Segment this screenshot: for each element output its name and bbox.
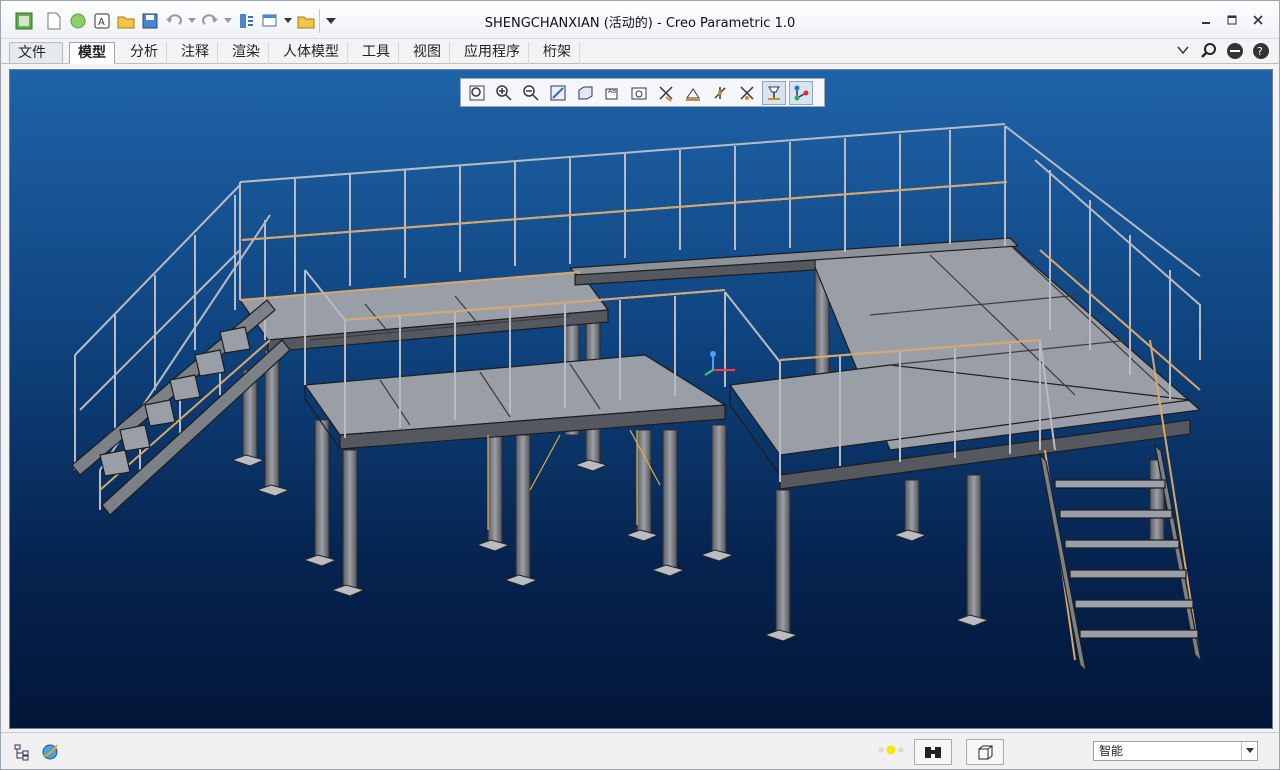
- datum-display-icon[interactable]: [654, 81, 678, 105]
- search-icon[interactable]: [1199, 41, 1219, 61]
- chevron-down-icon[interactable]: [1241, 742, 1257, 760]
- tab-manikin[interactable]: 人体模型: [275, 42, 348, 64]
- zoom-out-icon[interactable]: [519, 81, 543, 105]
- tab-truss[interactable]: 桁架: [535, 42, 580, 64]
- tab-annotate[interactable]: 注释: [173, 42, 218, 64]
- svg-text:AB: AB: [608, 88, 616, 95]
- cross-braces: [487, 429, 661, 530]
- datum-points-icon[interactable]: [735, 81, 759, 105]
- settings-icon[interactable]: ?: [1251, 41, 1271, 61]
- tab-view[interactable]: 视图: [405, 42, 450, 64]
- plane-display-icon[interactable]: [762, 80, 786, 105]
- app-window: A SHENGCHANXIAN (活动的) - Creo Parametric …: [0, 0, 1280, 770]
- tab-tools[interactable]: 工具: [354, 42, 399, 64]
- csys-display-icon[interactable]: [789, 80, 813, 105]
- find-icon[interactable]: [914, 739, 952, 765]
- repaint-icon[interactable]: [546, 81, 570, 105]
- window-controls: [1195, 11, 1269, 29]
- tab-applications[interactable]: 应用程序: [456, 42, 529, 64]
- filter-value: 智能: [1099, 744, 1124, 758]
- tab-render[interactable]: 渲染: [224, 42, 269, 64]
- close-button[interactable]: [1247, 11, 1269, 29]
- help-icon[interactable]: [1225, 41, 1245, 61]
- status-bar: 智能: [1, 732, 1279, 769]
- view-manager-icon[interactable]: [627, 81, 651, 105]
- svg-text:?: ?: [1257, 45, 1263, 58]
- graphics-toolbar: AB: [460, 78, 825, 107]
- status-left: [11, 741, 61, 763]
- file-menu-button[interactable]: 文件: [9, 42, 63, 76]
- window-title: SHENGCHANXIAN (活动的) - Creo Parametric 1.…: [484, 16, 796, 31]
- tab-analysis[interactable]: 分析: [122, 42, 167, 64]
- status-indicator-icon: [876, 744, 906, 760]
- display-style-icon[interactable]: [573, 81, 597, 105]
- restore-button[interactable]: [1221, 11, 1243, 29]
- minimize-button[interactable]: [1195, 11, 1217, 29]
- file-menu-label: 文件: [18, 45, 46, 61]
- saved-views-icon[interactable]: AB: [600, 81, 624, 105]
- annotation-display-icon[interactable]: [681, 81, 705, 105]
- refit-icon[interactable]: [465, 81, 489, 105]
- model-tree-icon[interactable]: [11, 741, 33, 763]
- right-stair: [1039, 443, 1202, 673]
- minimize-ribbon-icon[interactable]: [1173, 41, 1193, 61]
- graphics-window[interactable]: AB: [9, 69, 1273, 729]
- tab-model[interactable]: 模型: [69, 42, 115, 64]
- browser-icon[interactable]: [39, 741, 61, 763]
- ribbon-tabs: 文件 模型 分析 注释 渲染 人体模型 工具 视图 应用程序 桁架 ?: [1, 39, 1279, 76]
- csys-triad-icon: [704, 351, 735, 376]
- zoom-in-icon[interactable]: [492, 81, 516, 105]
- platform-model[interactable]: [10, 70, 1273, 729]
- status-right: [876, 739, 1004, 765]
- spin-center-icon[interactable]: [708, 81, 732, 105]
- selection-box-icon[interactable]: [966, 739, 1004, 765]
- ribbon-right-tools: ?: [1173, 41, 1271, 61]
- title-bar: A SHENGCHANXIAN (活动的) - Creo Parametric …: [1, 1, 1279, 39]
- front-deck: [303, 354, 727, 450]
- selection-filter-select[interactable]: 智能: [1093, 741, 1258, 761]
